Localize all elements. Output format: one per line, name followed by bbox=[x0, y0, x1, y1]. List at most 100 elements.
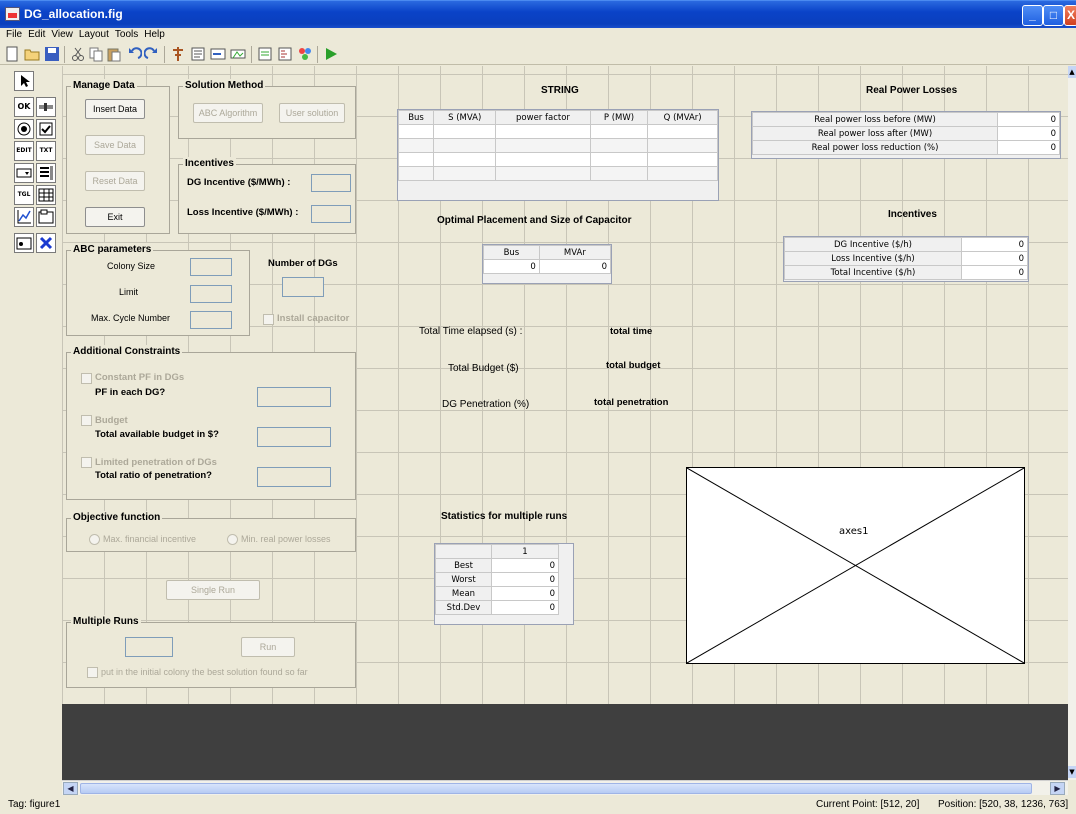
table-row[interactable]: Real power loss before (MW) 0 bbox=[752, 112, 1060, 127]
number-of-runs-input[interactable] bbox=[125, 637, 173, 657]
close-button[interactable]: X bbox=[1064, 5, 1076, 26]
limited-penetration-checkbox[interactable] bbox=[81, 457, 92, 468]
open-folder-icon[interactable] bbox=[24, 46, 40, 62]
horizontal-scrollbar[interactable]: ◀ ▶ bbox=[62, 780, 1068, 795]
table-row[interactable]: DG Incentive ($/h) 0 bbox=[784, 237, 1028, 252]
table-row[interactable]: Real power loss reduction (%) 0 bbox=[752, 140, 1060, 155]
max-cycle-input[interactable] bbox=[190, 311, 232, 329]
mfile-editor-icon[interactable] bbox=[257, 46, 273, 62]
grid-line bbox=[356, 66, 357, 704]
redo-icon[interactable] bbox=[143, 46, 160, 62]
static-text-icon[interactable]: TXT bbox=[36, 141, 56, 161]
edit-text-icon[interactable]: EDIT bbox=[14, 141, 34, 161]
scroll-up-icon[interactable]: ▲ bbox=[1068, 66, 1076, 78]
table-icon[interactable] bbox=[36, 185, 56, 205]
min-losses-radio[interactable] bbox=[227, 534, 238, 545]
number-of-dgs-label: Number of DGs bbox=[268, 258, 338, 269]
menu-help[interactable]: Help bbox=[144, 28, 165, 42]
install-capacitor-checkbox[interactable] bbox=[263, 314, 274, 325]
string-table[interactable]: Bus S (MVA) power factor P (MW) Q (MVAr) bbox=[397, 109, 719, 201]
pf-each-dg-input[interactable] bbox=[257, 387, 331, 407]
cap-mvar-value[interactable]: 0 bbox=[538, 259, 612, 274]
popup-menu-icon[interactable] bbox=[14, 163, 34, 183]
dg-incentive-input[interactable] bbox=[311, 174, 351, 192]
table-row[interactable]: Real power loss after (MW) 0 bbox=[752, 126, 1060, 141]
menu-file[interactable]: File bbox=[6, 28, 22, 42]
table-row[interactable]: Worst 0 bbox=[435, 572, 559, 587]
colony-size-input[interactable] bbox=[190, 258, 232, 276]
save-icon[interactable] bbox=[44, 46, 60, 62]
run-button[interactable]: Run bbox=[241, 637, 295, 657]
table-row[interactable] bbox=[397, 138, 718, 153]
maximize-button[interactable]: □ bbox=[1043, 5, 1064, 26]
number-of-dgs-input[interactable] bbox=[282, 277, 324, 297]
table-row[interactable]: Total Incentive ($/h) 0 bbox=[784, 265, 1028, 280]
menu-editor-icon[interactable] bbox=[190, 46, 206, 62]
max-financial-radio[interactable] bbox=[89, 534, 100, 545]
minimize-button[interactable]: _ bbox=[1022, 5, 1043, 26]
select-arrow-icon[interactable] bbox=[14, 71, 34, 91]
menu-edit[interactable]: Edit bbox=[28, 28, 45, 42]
initial-colony-checkbox[interactable] bbox=[87, 667, 98, 678]
toggle-button-icon[interactable]: TGL bbox=[14, 185, 34, 205]
save-data-button[interactable]: Save Data bbox=[85, 135, 145, 155]
push-button-icon[interactable]: OK bbox=[14, 97, 34, 117]
budget-checkbox[interactable] bbox=[81, 415, 92, 426]
property-inspector-icon[interactable] bbox=[277, 46, 293, 62]
panel-icon[interactable] bbox=[36, 207, 56, 227]
undo-icon[interactable] bbox=[126, 46, 143, 62]
constraints-title: Additional Constraints bbox=[71, 345, 183, 359]
table-row[interactable] bbox=[397, 124, 718, 139]
activex-icon[interactable] bbox=[36, 233, 56, 253]
axes1[interactable]: axes1 bbox=[686, 467, 1025, 664]
table-row[interactable]: Best 0 bbox=[435, 558, 559, 573]
toolbar bbox=[0, 43, 1076, 65]
menu-view[interactable]: View bbox=[51, 28, 73, 42]
losses-table[interactable]: Real power loss before (MW) 0 Real power … bbox=[751, 111, 1061, 159]
table-row[interactable]: Loss Incentive ($/h) 0 bbox=[784, 251, 1028, 266]
scroll-right-icon[interactable]: ▶ bbox=[1050, 782, 1065, 795]
new-file-icon[interactable] bbox=[4, 46, 20, 62]
object-browser-icon[interactable] bbox=[297, 46, 313, 62]
capacitor-table[interactable]: Bus MVAr 00 bbox=[482, 244, 612, 284]
slider-icon[interactable] bbox=[36, 97, 56, 117]
listbox-icon[interactable] bbox=[36, 163, 56, 183]
cap-bus-value[interactable]: 0 bbox=[483, 259, 540, 274]
constant-pf-checkbox[interactable] bbox=[81, 373, 92, 384]
menu-layout[interactable]: Layout bbox=[79, 28, 109, 42]
cut-icon[interactable] bbox=[70, 46, 86, 62]
menu-tools[interactable]: Tools bbox=[115, 28, 138, 42]
reset-data-button[interactable]: Reset Data bbox=[85, 171, 145, 191]
toolbar-editor-icon[interactable] bbox=[230, 46, 246, 62]
single-run-button[interactable]: Single Run bbox=[166, 580, 260, 600]
scroll-left-icon[interactable]: ◀ bbox=[63, 782, 78, 795]
axes-icon[interactable] bbox=[14, 207, 34, 227]
table-row[interactable] bbox=[397, 152, 718, 167]
total-budget-input[interactable] bbox=[257, 427, 331, 447]
run-icon[interactable] bbox=[323, 46, 339, 62]
stats-table[interactable]: 1 Best 0 Worst 0 Mean 0 Std.Dev 0 bbox=[434, 543, 574, 625]
abc-algorithm-button[interactable]: ABC Algorithm bbox=[193, 103, 263, 123]
limit-input[interactable] bbox=[190, 285, 232, 303]
scroll-down-icon[interactable]: ▼ bbox=[1068, 766, 1076, 778]
vertical-scrollbar[interactable]: ▲ ▼ bbox=[1068, 66, 1076, 780]
copy-icon[interactable] bbox=[88, 46, 104, 62]
exit-button[interactable]: Exit bbox=[85, 207, 145, 227]
insert-data-button[interactable]: Insert Data bbox=[85, 99, 145, 119]
table-row[interactable] bbox=[397, 166, 718, 181]
loss-incentive-input[interactable] bbox=[311, 205, 351, 223]
tab-order-icon[interactable] bbox=[210, 46, 226, 62]
radio-button-icon[interactable] bbox=[14, 119, 34, 139]
total-ratio-input[interactable] bbox=[257, 467, 331, 487]
tag-status: Tag: figure1 bbox=[8, 799, 61, 810]
table-row[interactable]: Mean 0 bbox=[435, 586, 559, 601]
incentives-table[interactable]: DG Incentive ($/h) 0 Loss Incentive ($/h)… bbox=[783, 236, 1029, 282]
scroll-thumb[interactable] bbox=[80, 783, 1032, 794]
checkbox-icon[interactable] bbox=[36, 119, 56, 139]
align-icon[interactable] bbox=[170, 46, 186, 62]
title-bar: DG_allocation.fig _ □ X bbox=[0, 0, 1076, 28]
button-group-icon[interactable] bbox=[14, 233, 34, 253]
table-row[interactable]: Std.Dev 0 bbox=[435, 600, 559, 615]
user-solution-button[interactable]: User solution bbox=[279, 103, 345, 123]
paste-icon[interactable] bbox=[106, 46, 122, 62]
